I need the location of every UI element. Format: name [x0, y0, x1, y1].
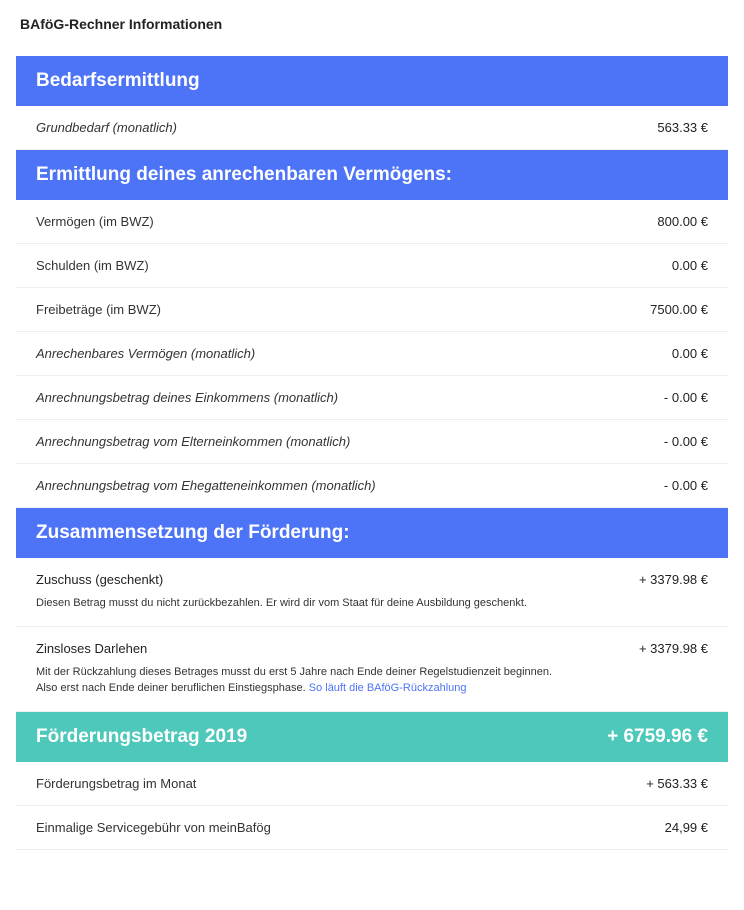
betrag-total: + 6759.96 € [607, 726, 708, 748]
row-label: Anrechenbares Vermögen (monatlich) [36, 346, 255, 361]
section-betrag: Förderungsbetrag 2019 + 6759.96 € Förder… [16, 712, 728, 850]
row-label: Zinsloses Darlehen [36, 641, 147, 656]
row-value: + 3379.98 € [639, 572, 708, 587]
row-zuschuss: Zuschuss (geschenkt) + 3379.98 € [16, 558, 728, 595]
section-foerderung: Zusammensetzung der Förderung: Zuschuss … [16, 508, 728, 712]
row-value: 563.33 € [657, 120, 708, 135]
row-vermoegen-bwz: Vermögen (im BWZ) 800.00 € [16, 200, 728, 244]
row-value: - 0.00 € [664, 390, 708, 405]
row-label: Vermögen (im BWZ) [36, 214, 154, 229]
row-anrechnung-ehegatte: Anrechnungsbetrag vom Ehegatteneinkommen… [16, 464, 728, 508]
link-rueckzahlung[interactable]: So läuft die BAföG-Rückzahlung [309, 682, 467, 694]
row-servicegebuehr: Einmalige Servicegebühr von meinBafög 24… [16, 806, 728, 850]
note-darlehen: Mit der Rückzahlung dieses Betrages muss… [16, 664, 728, 712]
row-anrechnung-eltern: Anrechnungsbetrag vom Elterneinkommen (m… [16, 420, 728, 464]
row-schulden-bwz: Schulden (im BWZ) 0.00 € [16, 244, 728, 288]
row-value: + 563.33 € [646, 776, 708, 791]
row-label: Grundbedarf (monatlich) [36, 120, 177, 135]
row-value: 24,99 € [665, 820, 708, 835]
note-zuschuss: Diesen Betrag musst du nicht zurückbezah… [16, 595, 728, 627]
page-title: BAföG-Rechner Informationen [20, 16, 728, 32]
row-value: + 3379.98 € [639, 641, 708, 656]
row-label: Anrechnungsbetrag deines Einkommens (mon… [36, 390, 338, 405]
note-line1: Mit der Rückzahlung dieses Betrages muss… [36, 666, 552, 678]
row-label: Freibeträge (im BWZ) [36, 302, 161, 317]
row-label: Zuschuss (geschenkt) [36, 572, 163, 587]
section-vermoegen-header: Ermittlung deines anrechenbaren Vermögen… [16, 150, 728, 200]
section-vermoegen: Ermittlung deines anrechenbaren Vermögen… [16, 150, 728, 508]
note-line2: Also erst nach Ende deiner beruflichen E… [36, 682, 309, 694]
row-anrechenbares-vermoegen: Anrechenbares Vermögen (monatlich) 0.00 … [16, 332, 728, 376]
row-label: Schulden (im BWZ) [36, 258, 149, 273]
section-foerderung-header: Zusammensetzung der Förderung: [16, 508, 728, 558]
row-betrag-monat: Förderungsbetrag im Monat + 563.33 € [16, 762, 728, 806]
row-anrechnung-einkommen: Anrechnungsbetrag deines Einkommens (mon… [16, 376, 728, 420]
section-bedarf: Bedarfsermittlung Grundbedarf (monatlich… [16, 56, 728, 150]
row-grundbedarf: Grundbedarf (monatlich) 563.33 € [16, 106, 728, 150]
row-value: 7500.00 € [650, 302, 708, 317]
section-betrag-header: Förderungsbetrag 2019 + 6759.96 € [16, 712, 728, 762]
row-value: 0.00 € [672, 346, 708, 361]
row-value: 800.00 € [657, 214, 708, 229]
row-darlehen: Zinsloses Darlehen + 3379.98 € [16, 627, 728, 664]
row-value: 0.00 € [672, 258, 708, 273]
row-value: - 0.00 € [664, 478, 708, 493]
row-value: - 0.00 € [664, 434, 708, 449]
betrag-title: Förderungsbetrag 2019 [36, 726, 247, 748]
row-label: Anrechnungsbetrag vom Ehegatteneinkommen… [36, 478, 376, 493]
row-label: Förderungsbetrag im Monat [36, 776, 196, 791]
row-label: Anrechnungsbetrag vom Elterneinkommen (m… [36, 434, 350, 449]
row-label: Einmalige Servicegebühr von meinBafög [36, 820, 271, 835]
section-bedarf-header: Bedarfsermittlung [16, 56, 728, 106]
row-freibetraege-bwz: Freibeträge (im BWZ) 7500.00 € [16, 288, 728, 332]
